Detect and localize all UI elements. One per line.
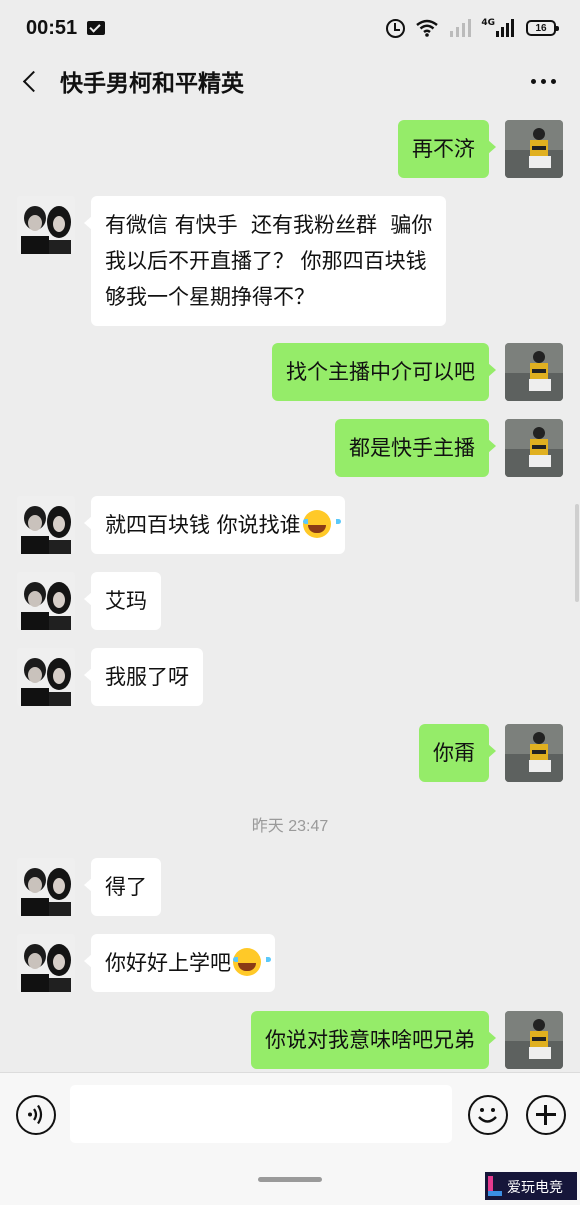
watermark-text: 爱玩电竞	[507, 1179, 563, 1196]
more-functions-plus-icon[interactable]	[526, 1095, 566, 1135]
battery-icon: 16	[526, 20, 559, 36]
battery-level: 16	[535, 22, 547, 34]
message-bubble-incoming[interactable]: 有微信 有快手 还有我粉丝群 骗你 我以后不开直播了？ 你那四百块钱 够我一个星…	[83, 196, 447, 326]
contact-avatar[interactable]	[17, 496, 75, 554]
scroll-indicator[interactable]	[575, 504, 579, 602]
my-avatar[interactable]	[505, 419, 563, 477]
message-bubble-outgoing[interactable]: 找个主播中介可以吧	[272, 343, 496, 401]
message-text-input[interactable]	[70, 1085, 452, 1143]
voice-input-icon[interactable]	[16, 1095, 56, 1135]
status-left: 00:51	[26, 16, 106, 40]
contact-avatar[interactable]	[17, 648, 75, 706]
my-avatar[interactable]	[505, 1011, 563, 1069]
my-avatar[interactable]	[505, 724, 563, 782]
message-bubble-outgoing[interactable]: 你甭	[419, 724, 496, 782]
contact-avatar[interactable]	[17, 572, 75, 630]
status-bar: 00:51 4G 16	[0, 0, 580, 56]
chat-title: 快手男柯和平精英	[60, 71, 244, 97]
message-bubble-incoming[interactable]: 得了	[84, 858, 161, 916]
status-time: 00:51	[26, 16, 78, 39]
message-timestamp: 昨天 23:47	[251, 818, 329, 835]
my-avatar[interactable]	[505, 120, 563, 178]
home-indicator[interactable]	[258, 1177, 322, 1182]
wifi-icon	[415, 19, 439, 37]
more-options-icon[interactable]	[527, 71, 560, 92]
signal-4g-icon: 4G	[481, 19, 516, 37]
message-text: 就四百块钱 你说找谁	[105, 513, 301, 537]
emoji-picker-icon[interactable]	[468, 1095, 508, 1135]
chat-header: 快手男柯和平精英	[0, 56, 580, 106]
laugh-cry-emoji-icon	[302, 510, 341, 538]
chat-message-list[interactable]: 再不济 有微信 有快手 还有我粉丝群 骗你 我以后不开直播了？ 你那四百块钱 够…	[0, 106, 580, 1072]
message-text: 你好好上学吧	[105, 951, 231, 975]
message-bubble-incoming[interactable]: 艾玛	[84, 572, 161, 630]
signal-weak-icon	[449, 19, 472, 37]
message-notification-icon	[87, 21, 106, 35]
network-type-label: 4G	[481, 18, 495, 28]
message-bubble-incoming[interactable]: 我服了呀	[84, 648, 203, 706]
message-bubble-incoming[interactable]: 你好好上学吧	[84, 934, 275, 992]
alarm-icon	[386, 18, 406, 38]
message-bubble-outgoing[interactable]: 都是快手主播	[335, 419, 496, 477]
status-right: 4G 16	[386, 18, 559, 38]
back-arrow-icon[interactable]	[20, 68, 42, 94]
contact-avatar[interactable]	[17, 196, 75, 254]
contact-avatar[interactable]	[17, 934, 75, 992]
message-bubble-outgoing[interactable]: 再不济	[398, 120, 496, 178]
watermark-logo: 爱玩电竞	[485, 1172, 577, 1200]
laugh-cry-emoji-icon	[233, 948, 271, 976]
contact-avatar[interactable]	[17, 858, 75, 916]
message-bubble-incoming[interactable]: 就四百块钱 你说找谁	[84, 496, 345, 554]
my-avatar[interactable]	[505, 343, 563, 401]
message-bubble-outgoing[interactable]: 你说对我意味啥吧兄弟	[251, 1011, 496, 1069]
